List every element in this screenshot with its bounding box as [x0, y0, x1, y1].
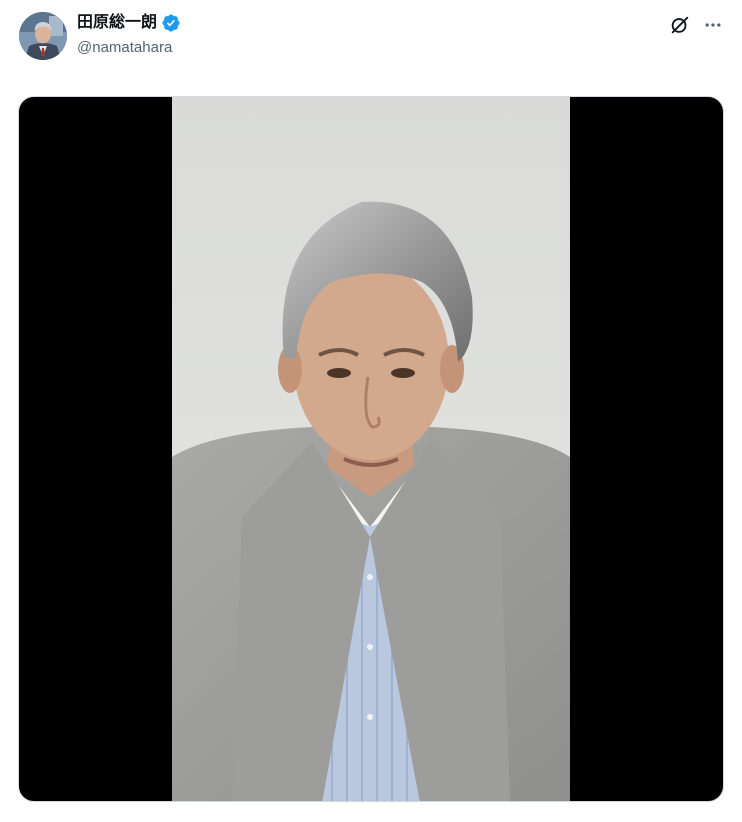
video-frame	[172, 97, 570, 801]
avatar-image	[19, 12, 67, 60]
profile-avatar[interactable]	[19, 12, 67, 60]
post-video[interactable]	[18, 96, 724, 802]
post-header: 田原総一朗 @namatahara	[0, 0, 742, 80]
verified-badge-icon[interactable]	[161, 13, 181, 33]
display-name[interactable]: 田原総一朗	[77, 12, 157, 34]
display-name-row: 田原総一朗	[77, 12, 181, 34]
user-handle[interactable]: @namatahara	[77, 38, 172, 58]
grok-icon[interactable]	[667, 12, 693, 38]
more-horizontal-icon[interactable]	[700, 12, 726, 38]
